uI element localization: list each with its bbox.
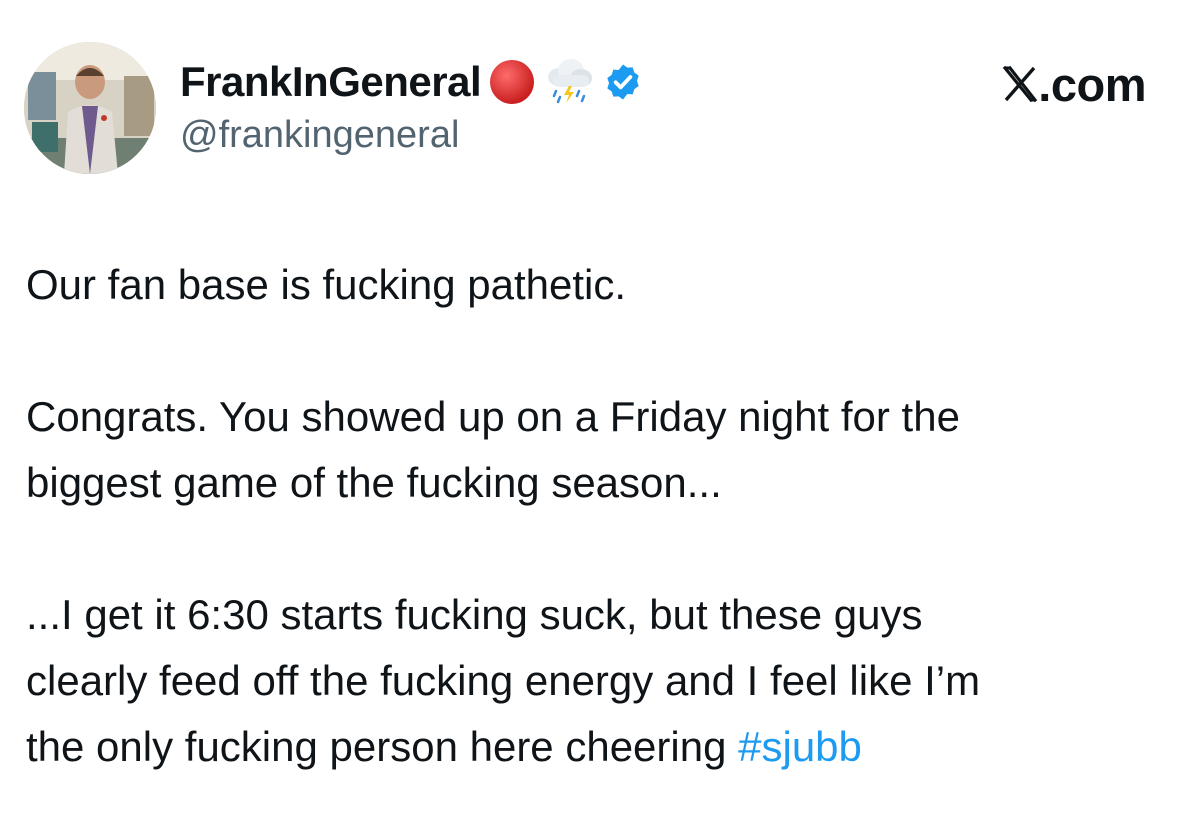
tweet-line: biggest game of the fucking season... bbox=[26, 459, 722, 506]
tweet-line: Congrats. You showed up on a Friday nigh… bbox=[26, 393, 960, 440]
hashtag-link[interactable]: #sjubb bbox=[738, 723, 862, 770]
post-card: FrankInGeneral @frankingeneral .com Our … bbox=[0, 0, 1200, 827]
tweet-paragraph: ...I get it 6:30 starts fucking suck, bu… bbox=[26, 582, 1186, 780]
tweet-line-last: the only fucking person here cheering #s… bbox=[26, 714, 1186, 780]
avatar[interactable] bbox=[24, 42, 156, 174]
display-name[interactable]: FrankInGeneral bbox=[180, 58, 482, 106]
author-handle[interactable]: @frankingeneral bbox=[180, 114, 459, 157]
avatar-photo bbox=[24, 42, 156, 174]
storm-cloud-icon bbox=[543, 57, 595, 107]
tweet-text: Our fan base is fucking pathetic. Congra… bbox=[26, 252, 1186, 780]
tweet-paragraph: Congrats. You showed up on a Friday nigh… bbox=[26, 384, 1186, 516]
tweet-line: ...I get it 6:30 starts fucking suck, bu… bbox=[26, 591, 923, 638]
x-logo-icon bbox=[1002, 65, 1038, 103]
tweet-line-text: the only fucking person here cheering bbox=[26, 723, 739, 770]
brand-watermark: .com bbox=[1002, 57, 1146, 111]
verified-badge-icon[interactable] bbox=[603, 62, 643, 102]
tweet-line: Our fan base is fucking pathetic. bbox=[26, 261, 626, 308]
red-circle-icon bbox=[489, 59, 535, 105]
tweet-line: clearly feed off the fucking energy and … bbox=[26, 657, 981, 704]
tweet-paragraph: Our fan base is fucking pathetic. bbox=[26, 252, 1186, 318]
brand-domain: .com bbox=[1038, 57, 1146, 111]
author-name-row: FrankInGeneral bbox=[180, 56, 643, 108]
